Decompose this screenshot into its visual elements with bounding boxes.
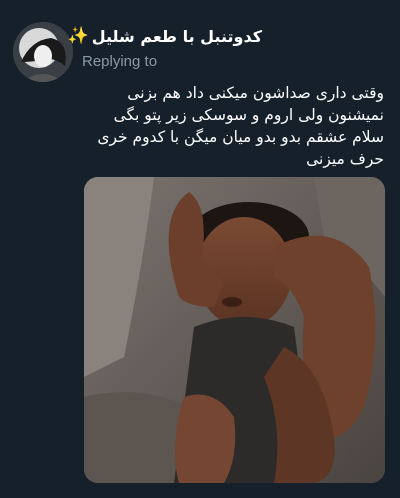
author-name-row[interactable]: ✨ کدوتنبل با طعم شلیل (68, 24, 262, 48)
replying-to-label[interactable]: Replying to (82, 53, 157, 70)
avatar-image (13, 22, 73, 82)
media-photo (84, 177, 385, 483)
avatar[interactable] (13, 22, 73, 82)
author-display-name[interactable]: کدوتنبل با طعم شلیل (92, 27, 262, 46)
tweet-media-image[interactable] (84, 177, 385, 483)
tweet-card: ✨ کدوتنبل با طعم شلیل Replying to وقتی د… (0, 0, 400, 498)
tweet-text: وقتی داری صداشون میکنی داد هم بزنی نمیشن… (97, 84, 384, 168)
sparkle-icon: ✨ (67, 25, 89, 46)
